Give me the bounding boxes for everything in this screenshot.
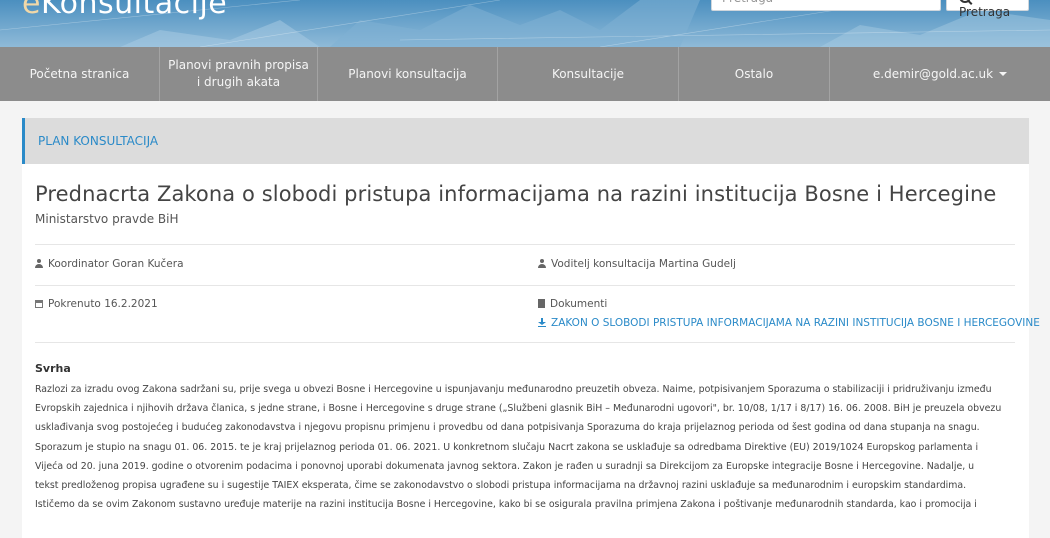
download-icon xyxy=(538,318,546,327)
purpose-text: Razlozi za izradu ovog Zakona sadržani s… xyxy=(35,384,1002,511)
nav-consultation-plans[interactable]: Planovi konsultacija xyxy=(318,47,498,101)
header-banner: eKonsultacije Pretraga Pretraga xyxy=(0,0,1050,47)
user-icon xyxy=(35,259,43,268)
user-icon xyxy=(538,259,546,268)
consultation-card: PLAN KONSULTACIJA Prednacrta Zakona o sl… xyxy=(22,118,1040,538)
divider xyxy=(35,244,1015,245)
section-header: PLAN KONSULTACIJA xyxy=(22,118,1029,164)
divider xyxy=(35,342,1015,343)
purpose-heading: Svrha xyxy=(35,362,71,375)
search-button[interactable]: Pretraga xyxy=(946,0,1029,19)
ministry-name: Ministarstvo pravde BiH xyxy=(35,212,179,226)
search-icon xyxy=(959,0,971,3)
document-download-link[interactable]: ZAKON O SLOBODI PRISTUPA INFORMACIJAMA N… xyxy=(538,317,1040,329)
main-nav: Početna stranica Planovi pravnih propisa… xyxy=(0,47,1050,101)
nav-legal-plans[interactable]: Planovi pravnih propisa i drugih akata xyxy=(160,47,318,101)
nav-user-menu[interactable]: e.demir@gold.ac.uk xyxy=(830,47,1050,101)
nav-consultations[interactable]: Konsultacije xyxy=(498,47,679,101)
nav-home[interactable]: Početna stranica xyxy=(0,47,160,101)
file-icon xyxy=(538,299,545,308)
page-title: Prednacrta Zakona o slobodi pristupa inf… xyxy=(35,182,997,206)
caret-down-icon xyxy=(999,72,1008,76)
calendar-icon xyxy=(35,300,43,308)
start-date: Pokrenuto 16.2.2021 xyxy=(35,298,158,310)
site-logo[interactable]: eKonsultacije xyxy=(22,0,227,21)
documents-label: Dokumenti xyxy=(538,298,607,310)
coordinator: Koordinator Goran Kučera xyxy=(35,258,184,270)
consultation-leader: Voditelj konsultacija Martina Gudelj xyxy=(538,258,736,270)
divider xyxy=(35,285,1015,286)
nav-other[interactable]: Ostalo xyxy=(679,47,830,101)
search-input[interactable]: Pretraga xyxy=(711,0,941,11)
